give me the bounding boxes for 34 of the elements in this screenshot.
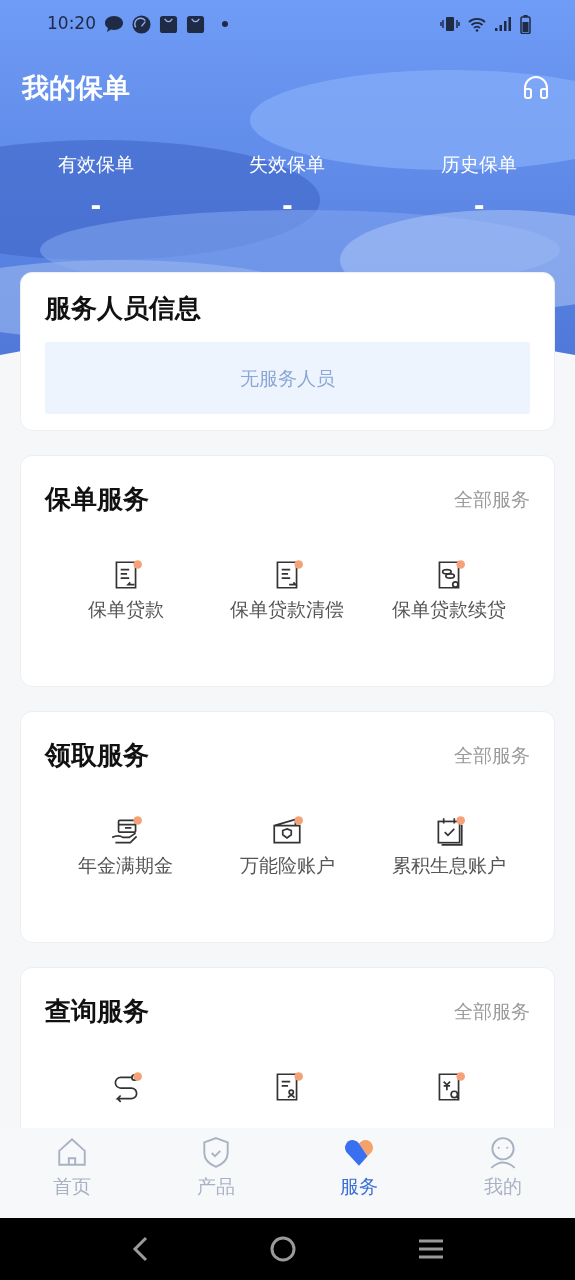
service-label[interactable]: 保单贷款 [87,595,164,624]
page-title: 我的保单 [22,70,130,105]
service-label[interactable]: 万能险账户 [240,851,335,880]
battery-icon [520,14,531,34]
card-title: 服务人员信息 [45,292,202,325]
empty-notice: 无服务人员 [45,342,530,414]
dot-icon [221,20,229,28]
gauge-icon [132,14,151,34]
stat-label[interactable]: 失效保单 [249,150,326,179]
service-label[interactable]: 累积生息账户 [392,851,507,880]
back-icon[interactable] [130,1236,149,1262]
chat-icon [104,15,124,33]
stat-label[interactable]: 历史保单 [441,150,518,179]
all-services-link[interactable]: 全部服务 [454,741,530,770]
status-time: 10:20 [47,12,96,36]
all-services-link[interactable]: 全部服务 [454,997,530,1026]
wallet-shield-icon[interactable] [270,815,305,847]
wifi-icon [468,16,486,32]
stat-value: - [282,192,293,219]
card-title: 保单服务 [45,483,149,516]
stat-value: - [473,192,485,219]
stat-value: - [90,192,102,219]
vibrate-icon [440,16,460,32]
card-title: 查询服务 [45,995,149,1028]
stat-label[interactable]: 有效保单 [57,150,134,179]
card-title: 领取服务 [45,739,149,772]
menu-icon[interactable] [418,1238,445,1260]
home-icon[interactable] [270,1236,297,1262]
service-label[interactable]: 年金满期金 [78,851,174,880]
signal-icon [494,16,512,32]
service-label[interactable]: 保单贷款清偿 [230,595,345,624]
service-label[interactable]: 保单贷款续贷 [392,595,507,624]
nav-tab[interactable]: 服务 [287,1128,432,1218]
all-services-link[interactable]: 全部服务 [454,485,530,514]
